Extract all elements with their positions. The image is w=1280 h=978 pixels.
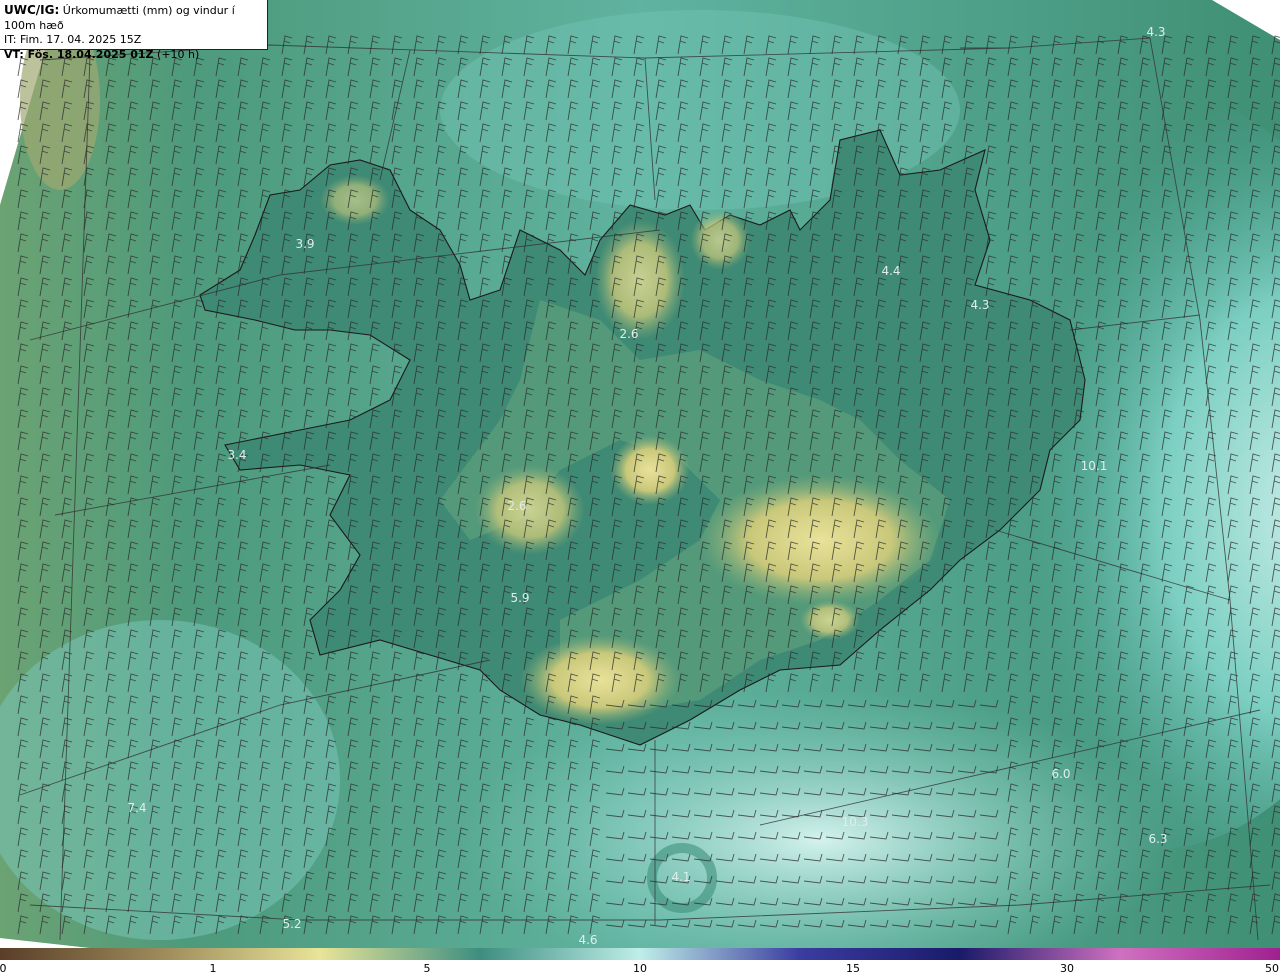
map-title-box: UWC/IG: Úrkomumætti (mm) og vindur í 100… (0, 0, 268, 61)
map-value-label: 2.6 (619, 327, 638, 341)
colorbar-tick-label: 1 (209, 962, 217, 975)
precipitation-colorbar: 0 1 5 10 15 30 50 (0, 948, 1280, 978)
map-value-label: 4.6 (578, 933, 597, 947)
colorbar-tick-label: 0 (0, 962, 7, 975)
colorbar-tick-label: 10 (633, 962, 647, 975)
map-value-label: 3.9 (295, 237, 314, 251)
precipitation-wind-map: 4.3 3.9 4.4 4.3 2.6 3.4 10.1 2.6 5.9 6.0 7.4 10.3 6.… (0, 0, 1280, 948)
map-value-label: 6.0 (1051, 767, 1070, 781)
map-value-label: 4.1 (671, 870, 690, 884)
map-value-label: 2.6 (507, 499, 526, 513)
map-value-label: 10.3 (842, 815, 869, 829)
map-value-label: 3.4 (227, 448, 246, 462)
map-value-label: 4.3 (1146, 25, 1165, 39)
colorbar-tick-label: 30 (1060, 962, 1074, 975)
map-value-label: 5.9 (510, 591, 529, 605)
map-value-label: 6.3 (1148, 832, 1167, 846)
colorbar-tick-label: 50 (1265, 962, 1279, 975)
colorbar-tick-label: 5 (423, 962, 431, 975)
model-name: UWC/IG: (4, 3, 60, 17)
map-value-label: 7.4 (127, 801, 146, 815)
colorbar-tick-label: 15 (846, 962, 860, 975)
map-value-label: 4.3 (970, 298, 989, 312)
valid-offset: (+10 h) (157, 47, 200, 61)
colorbar-strip (0, 948, 1280, 960)
init-time: IT: Fim. 17. 04. 2025 15Z (4, 33, 142, 46)
map-value-label: 4.4 (881, 264, 900, 278)
map-value-label: 10.1 (1081, 459, 1108, 473)
map-value-label: 5.2 (282, 917, 301, 931)
valid-time: VT: Fös. 18.04.2025 01Z (4, 47, 154, 61)
